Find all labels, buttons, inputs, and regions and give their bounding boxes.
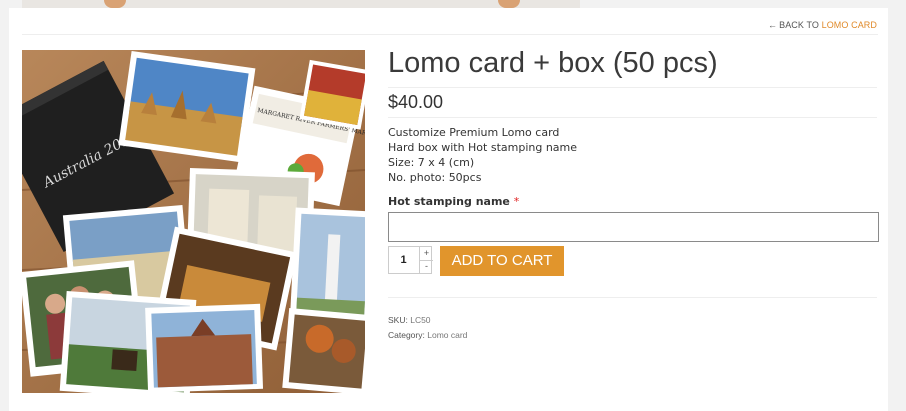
quantity-plus-button[interactable]: + bbox=[419, 247, 433, 261]
divider bbox=[22, 34, 878, 35]
back-link-target[interactable]: LOMO CARD bbox=[822, 20, 877, 30]
decorative-shape bbox=[498, 0, 520, 8]
divider bbox=[388, 297, 877, 298]
category-link[interactable]: Lomo card bbox=[427, 330, 467, 340]
description-line: Size: 7 x 4 (cm) bbox=[388, 156, 475, 169]
previous-section-strip bbox=[22, 0, 580, 8]
back-link-prefix: BACK TO bbox=[779, 20, 819, 30]
category-line: Category: Lomo card bbox=[388, 330, 467, 340]
product-image[interactable]: Australia 2016 MARGARET RIVER FARMERS' M… bbox=[22, 50, 365, 393]
product-title: Lomo card + box (50 pcs) bbox=[388, 47, 718, 79]
product-price: $40.00 bbox=[388, 92, 444, 112]
description-line: Customize Premium Lomo card bbox=[388, 126, 560, 139]
sku-label: SKU: bbox=[388, 315, 408, 325]
quantity-minus-button[interactable]: - bbox=[419, 260, 433, 273]
back-link[interactable]: ← BACK TO LOMO CARD bbox=[768, 20, 877, 30]
quantity-stepper[interactable]: 1 + - bbox=[388, 246, 433, 274]
description-line: Hard box with Hot stamping name bbox=[388, 141, 578, 154]
decorative-shape bbox=[104, 0, 126, 8]
divider bbox=[388, 117, 877, 118]
hot-stamping-label-text: Hot stamping name bbox=[388, 195, 510, 208]
divider bbox=[388, 87, 877, 88]
hot-stamping-label: Hot stamping name * bbox=[388, 195, 519, 208]
description-line: No. photo: 50pcs bbox=[388, 171, 482, 184]
required-mark: * bbox=[513, 195, 520, 208]
sku-line: SKU: LC50 bbox=[388, 315, 431, 325]
quantity-value[interactable]: 1 bbox=[389, 247, 418, 273]
add-to-cart-button[interactable]: ADD TO CART bbox=[440, 246, 564, 276]
arrow-left-icon: ← bbox=[767, 20, 778, 30]
product-description: Customize Premium Lomo card Hard box wit… bbox=[388, 125, 577, 185]
hot-stamping-name-input[interactable] bbox=[388, 212, 879, 242]
sku-value: LC50 bbox=[410, 315, 431, 325]
category-label: Category: bbox=[388, 330, 425, 340]
